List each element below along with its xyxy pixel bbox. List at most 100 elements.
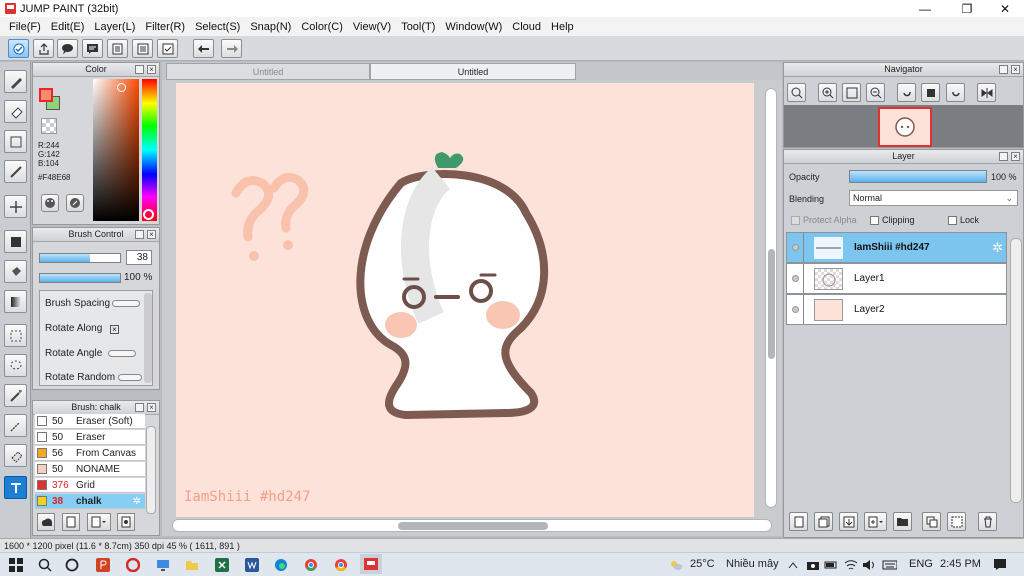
menu-tool[interactable]: Tool(T): [396, 21, 440, 33]
layer-row-selected[interactable]: IamShiii #hd247 ✲: [786, 232, 1007, 263]
drawing-canvas[interactable]: IamShiii #hd247: [176, 83, 754, 517]
brush-list-item[interactable]: 50 Eraser: [35, 430, 145, 445]
brush-list-scrollbar[interactable]: [146, 426, 156, 514]
rotate-random-slider[interactable]: [118, 374, 142, 381]
gear-icon[interactable]: ✲: [133, 496, 141, 507]
gear-icon[interactable]: ✲: [992, 240, 1003, 256]
checklist-icon[interactable]: [157, 39, 178, 58]
protect-alpha-option[interactable]: Protect Alpha: [791, 215, 857, 226]
new-layer-icon[interactable]: [789, 512, 808, 531]
menu-file[interactable]: File(F): [4, 21, 46, 33]
close-icon[interactable]: ×: [147, 403, 156, 412]
new-brush-icon[interactable]: [62, 513, 80, 531]
restore-button[interactable]: ❐: [952, 0, 982, 17]
select-tool-icon[interactable]: [4, 324, 27, 347]
layer-row[interactable]: Layer2: [786, 294, 1007, 325]
rotate-right-icon[interactable]: [946, 83, 965, 102]
language-indicator[interactable]: ENG: [909, 558, 933, 570]
select-pen-tool-icon[interactable]: [4, 414, 27, 437]
navigator-preview-area[interactable]: [784, 105, 1023, 147]
chevron-up-icon[interactable]: [785, 557, 800, 572]
jump-paint-taskbar-icon[interactable]: [360, 554, 382, 574]
visibility-icon[interactable]: [792, 244, 799, 251]
clock[interactable]: 2:45 PM: [940, 558, 981, 570]
undock-icon[interactable]: [135, 230, 144, 239]
lasso-tool-icon[interactable]: [4, 354, 27, 377]
select-eraser-tool-icon[interactable]: [4, 444, 27, 467]
eraser-tool-icon[interactable]: [4, 100, 27, 123]
list-icon[interactable]: [132, 39, 153, 58]
brush-cloud-icon[interactable]: [37, 513, 55, 531]
task-view-icon[interactable]: [64, 557, 79, 572]
navigator-viewport[interactable]: [878, 107, 932, 147]
brush-size-value[interactable]: 38: [126, 250, 152, 265]
page-icon[interactable]: [107, 39, 128, 58]
bucket-tool-icon[interactable]: [4, 260, 27, 283]
menu-snap[interactable]: Snap(N): [245, 21, 296, 33]
brush-list-item[interactable]: 50 NONAME: [35, 462, 145, 477]
menu-cloud[interactable]: Cloud: [507, 21, 546, 33]
rotate-along-checkbox[interactable]: ×: [110, 325, 119, 334]
zoom-in-icon[interactable]: [818, 83, 837, 102]
palette-icon[interactable]: [41, 194, 59, 212]
layer-list-scrollbar[interactable]: [1010, 238, 1022, 503]
volume-icon[interactable]: [861, 557, 876, 572]
clipping-option[interactable]: Clipping: [870, 215, 915, 226]
excel-icon[interactable]: [214, 557, 229, 572]
windows-start-icon[interactable]: [8, 557, 23, 572]
fill-rect-tool-icon[interactable]: [4, 230, 27, 253]
blending-select[interactable]: Normal ⌄: [849, 190, 1018, 206]
brush-list-item[interactable]: 376 Grid: [35, 478, 145, 493]
merge-layer-icon[interactable]: [839, 512, 858, 531]
text-tool-icon[interactable]: [4, 476, 27, 499]
menu-help[interactable]: Help: [546, 21, 579, 33]
cloud-icon[interactable]: [8, 39, 29, 58]
keyboard-icon[interactable]: [882, 557, 897, 572]
share-icon[interactable]: [33, 39, 54, 58]
chrome-profile-icon[interactable]: [333, 557, 348, 572]
powerpoint-icon[interactable]: [95, 557, 110, 572]
transparent-swatch[interactable]: [41, 118, 57, 134]
comment-icon[interactable]: [82, 39, 103, 58]
battery-icon[interactable]: [823, 557, 838, 572]
wifi-icon[interactable]: [843, 557, 858, 572]
foreground-color-swatch[interactable]: [39, 88, 53, 102]
tab-untitled-2[interactable]: Untitled: [370, 63, 576, 80]
layer-settings-icon[interactable]: [947, 512, 966, 531]
brush-spacing-slider[interactable]: [112, 300, 140, 307]
word-icon[interactable]: [244, 557, 259, 572]
copy-layer-icon[interactable]: [814, 512, 833, 531]
camera-icon[interactable]: [805, 557, 820, 572]
close-icon[interactable]: ×: [1011, 65, 1020, 74]
lock-option[interactable]: Lock: [948, 215, 979, 226]
move-tool-icon[interactable]: [4, 195, 27, 218]
close-button[interactable]: ✕: [990, 0, 1020, 17]
gradient-tool-icon[interactable]: [4, 290, 27, 313]
flip-horizontal-icon[interactable]: [977, 83, 996, 102]
eyedropper-palette-icon[interactable]: [66, 194, 84, 212]
lock-checkbox[interactable]: [948, 216, 957, 226]
undo-icon[interactable]: [193, 39, 214, 58]
close-icon[interactable]: ×: [147, 65, 156, 74]
trash-icon[interactable]: [978, 512, 997, 531]
visibility-icon[interactable]: [792, 275, 799, 282]
file-explorer-icon[interactable]: [184, 557, 199, 572]
undock-icon[interactable]: [999, 152, 1008, 161]
opera-icon[interactable]: [125, 557, 140, 572]
notification-icon[interactable]: [992, 557, 1007, 572]
rotate-angle-slider[interactable]: [108, 350, 136, 357]
hue-slider[interactable]: [142, 79, 157, 221]
folder-icon[interactable]: [893, 512, 912, 531]
vertical-scroll-thumb[interactable]: [768, 249, 775, 359]
zoom-out-icon[interactable]: [866, 83, 885, 102]
duplicate-icon[interactable]: [922, 512, 941, 531]
menu-color[interactable]: Color(C): [296, 21, 348, 33]
brush-list-item[interactable]: 50 Eraser (Soft): [35, 414, 145, 429]
search-icon[interactable]: [37, 557, 52, 572]
line-tool-icon[interactable]: [4, 160, 27, 183]
menu-edit[interactable]: Edit(E): [46, 21, 90, 33]
undock-icon[interactable]: [135, 403, 144, 412]
saturation-value-picker[interactable]: [93, 79, 139, 221]
visibility-icon[interactable]: [792, 306, 799, 313]
clipping-checkbox[interactable]: [870, 216, 879, 226]
